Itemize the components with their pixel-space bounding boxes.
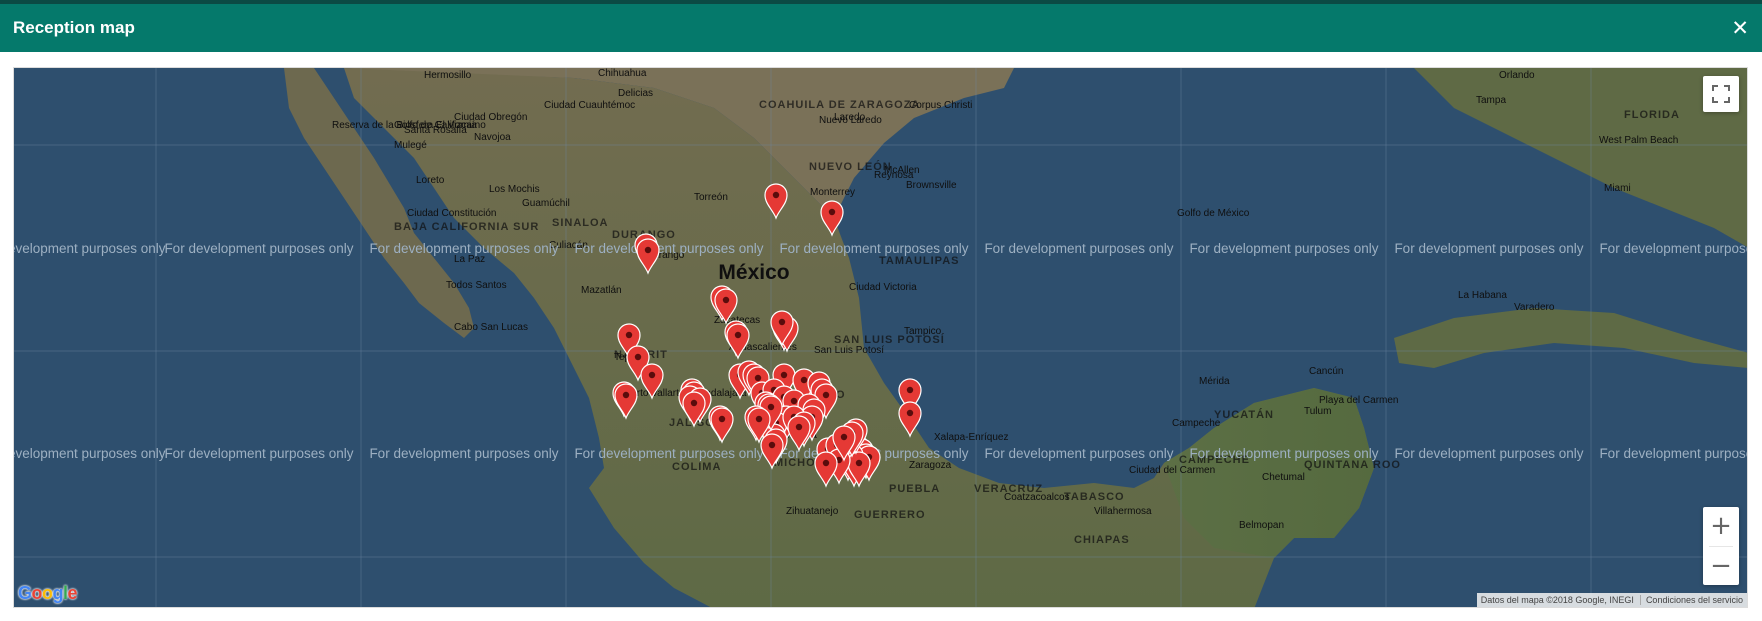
place-label: Todos Santos xyxy=(446,280,507,291)
dev-watermark: For development purposes only xyxy=(1189,241,1378,256)
place-label: Orlando xyxy=(1499,70,1535,81)
modal-header: Reception map ✕ xyxy=(0,4,1762,52)
dev-watermark: For development purposes only xyxy=(164,241,353,256)
place-label: Varadero xyxy=(1514,302,1555,313)
place-label: Ciudad Cuauhtémoc xyxy=(544,100,635,111)
place-label: Golfo de California xyxy=(394,120,477,131)
place-label: Guamúchil xyxy=(522,198,570,209)
fullscreen-icon[interactable] xyxy=(1703,76,1739,112)
dev-watermark: For development purposes only xyxy=(369,446,558,461)
place-label: Mérida xyxy=(1199,376,1230,387)
region-label: COAHUILA DE ZARAGOZA xyxy=(759,99,920,111)
place-label: Villahermosa xyxy=(1094,506,1152,517)
place-label: Mulegé xyxy=(394,140,427,151)
dev-watermark: For development purposes only xyxy=(1189,446,1378,461)
region-label: GUERRERO xyxy=(854,509,926,521)
region-label: CHIAPAS xyxy=(1074,534,1130,546)
terms-link[interactable]: Condiciones del servicio xyxy=(1639,595,1743,605)
dev-watermark: For development purposes only xyxy=(164,446,353,461)
place-label: La Habana xyxy=(1458,290,1507,301)
region-label: TABASCO xyxy=(1064,491,1125,503)
google-logo[interactable]: Google xyxy=(18,583,78,604)
place-label: Cabo San Lucas xyxy=(454,322,528,333)
dev-watermark: For development purposes only xyxy=(1599,446,1748,461)
dev-watermark: For development purposes only xyxy=(574,446,763,461)
modal-title: Reception map xyxy=(13,18,135,37)
dev-watermark: For development purposes only xyxy=(1394,446,1583,461)
place-label: Chetumal xyxy=(1262,472,1305,483)
place-label: Ciudad Constitución xyxy=(407,208,497,219)
place-label: Mazatlán xyxy=(581,285,622,296)
place-label: Tampa xyxy=(1476,95,1506,106)
dev-watermark: For development purposes only xyxy=(1599,241,1748,256)
region-label: NUEVO LEÓN xyxy=(809,160,892,173)
country-label: México xyxy=(718,261,789,284)
place-label: Playa del Carmen xyxy=(1319,395,1398,406)
place-label: Ciudad Victoria xyxy=(849,282,917,293)
zoom-control: + − xyxy=(1703,507,1739,585)
dev-watermark: For development purposes only xyxy=(779,241,968,256)
dev-watermark: For development purposes only xyxy=(14,241,166,256)
place-label: Delicias xyxy=(618,88,653,99)
region-label: SAN LUIS POTOSÍ xyxy=(834,333,945,346)
place-label: Hermosillo xyxy=(424,70,472,81)
place-label: Ciudad del Carmen xyxy=(1129,465,1215,476)
place-label: Torreón xyxy=(694,192,728,203)
place-label: Chihuahua xyxy=(598,68,647,79)
reception-map[interactable]: México Chihuahua Ciudad Cuauhtémoc Delicia… xyxy=(13,67,1748,608)
place-label: Navojoa xyxy=(474,132,511,143)
region-label: BAJA CALIFORNIA SUR xyxy=(394,221,539,233)
place-label: Zaragoza xyxy=(909,460,952,471)
zoom-out-button[interactable]: − xyxy=(1703,547,1739,585)
fullscreen-glyph xyxy=(1712,85,1730,103)
region-label: COLIMA xyxy=(672,461,721,473)
place-label: Monterrey xyxy=(810,187,855,198)
place-label: Cancún xyxy=(1309,366,1343,377)
place-label: Zihuatanejo xyxy=(786,506,839,517)
place-label: Belmopan xyxy=(1239,520,1284,531)
dev-watermark: For development purposes only xyxy=(574,241,763,256)
place-label: San Luis Potosí xyxy=(814,345,884,356)
place-label: Tulum xyxy=(1304,406,1331,417)
map-canvas[interactable]: México Chihuahua Ciudad CuauhtémocDelicia… xyxy=(14,68,1748,608)
dev-watermark: For development purposes only xyxy=(984,241,1173,256)
dev-watermark: For development purposes only xyxy=(14,446,166,461)
dev-watermark: For development purposes only xyxy=(369,241,558,256)
dev-watermark: For development purposes only xyxy=(1394,241,1583,256)
close-icon[interactable]: ✕ xyxy=(1731,17,1749,39)
place-label: Golfo de México xyxy=(1177,208,1250,219)
region-label: YUCATÁN xyxy=(1214,408,1274,421)
zoom-in-button[interactable]: + xyxy=(1703,507,1739,545)
map-attribution: Datos del mapa ©2018 Google, INEGI Condi… xyxy=(1476,593,1747,607)
place-label: Laredo xyxy=(834,112,866,123)
place-label: Loreto xyxy=(416,175,445,186)
region-label: SINALOA xyxy=(552,217,609,229)
attribution-data: Datos del mapa ©2018 Google, INEGI xyxy=(1480,595,1634,605)
region-label: VERACRUZ xyxy=(974,483,1043,495)
region-label: FLORIDA xyxy=(1624,109,1680,121)
place-label: Miami xyxy=(1604,183,1631,194)
place-label: Brownsville xyxy=(906,180,957,191)
region-label: TAMAULIPAS xyxy=(879,255,959,267)
place-label: Los Mochis xyxy=(489,184,540,195)
place-label: West Palm Beach xyxy=(1599,135,1678,146)
dev-watermark: For development purposes only xyxy=(984,446,1173,461)
place-label: Xalapa-Enríquez xyxy=(934,432,1009,443)
region-label: PUEBLA xyxy=(889,483,940,495)
